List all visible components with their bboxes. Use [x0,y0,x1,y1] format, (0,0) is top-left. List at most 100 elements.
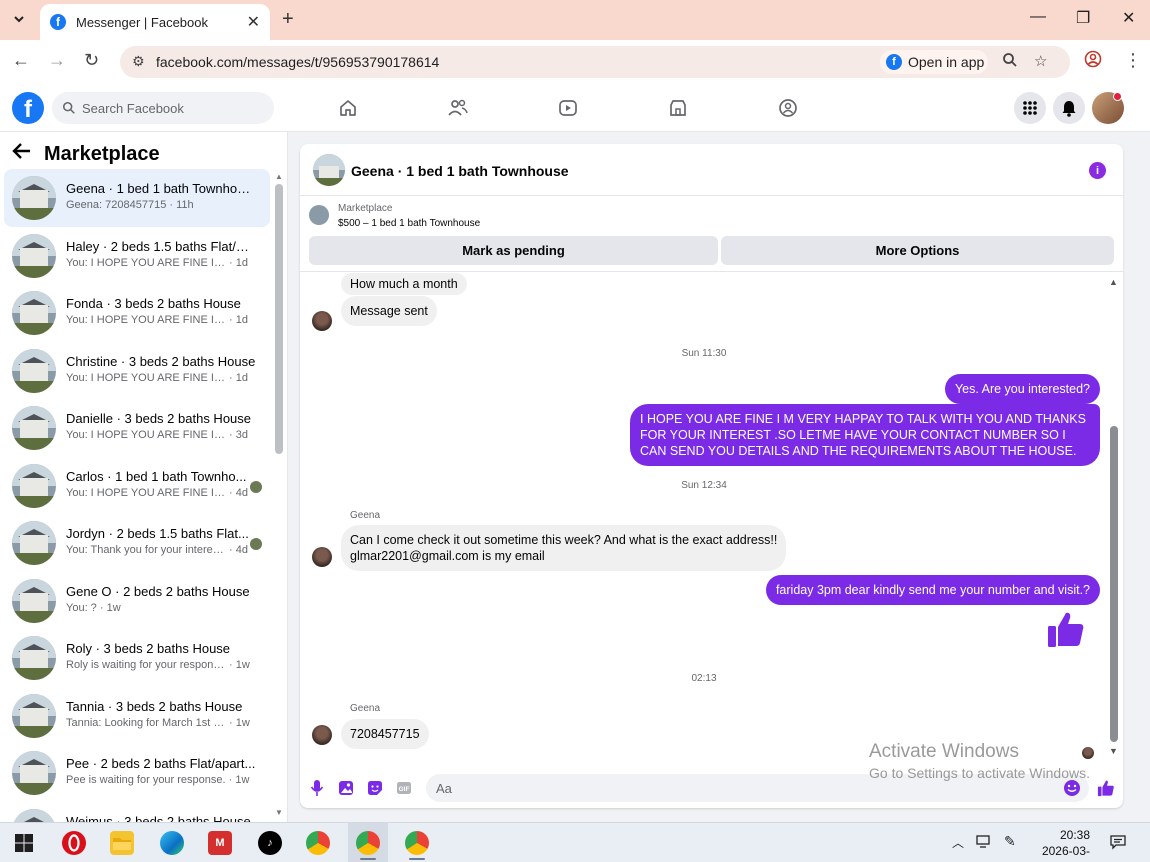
listing-avatar[interactable] [313,154,345,186]
activate-windows-watermark: Activate Windows Go to Settings to activ… [869,741,1090,781]
opera-icon[interactable] [62,831,86,855]
contact-avatar[interactable] [312,547,332,567]
edge-icon[interactable] [160,831,184,855]
thread-scrollbar[interactable] [1110,426,1118,742]
minimize-window-button[interactable]: — [1030,8,1046,26]
clock-date: 2026-03-09 [1041,844,1090,862]
new-tab-button[interactable]: + [282,8,294,31]
browser-tab[interactable]: f Messenger | Facebook ✕ [40,4,270,40]
conversation-preview: You: Thank you for your interest... · 4d [66,544,249,556]
search-icon [62,101,75,114]
conversation-list-item[interactable]: Carlos · 1 bed 1 bath Townho... You: I HO… [4,457,270,515]
scroll-down-arrow[interactable]: ▼ [1109,746,1118,756]
info-icon[interactable]: i [1089,162,1106,179]
photo-icon[interactable] [336,778,356,798]
outgoing-message[interactable]: I HOPE YOU ARE FINE I M VERY HAPPAY TO T… [630,404,1100,466]
incoming-message[interactable]: Can I come check it out sometime this we… [341,525,787,571]
browser-menu-icon[interactable]: ⋮ [1124,50,1142,71]
facebook-search[interactable] [52,92,274,124]
conversation-list-item[interactable]: Tannia · 3 beds 2 baths House Tannia: Loo… [4,687,270,745]
message-line: glmar2201@gmail.com is my email [350,549,545,563]
mail-app-icon[interactable]: M [208,831,232,855]
zoom-icon[interactable] [1002,52,1018,72]
gif-icon[interactable]: GIF [394,778,414,798]
chrome-profile-icon[interactable] [405,831,429,855]
conversation-list-item[interactable]: Pee · 2 beds 2 baths Flat/apart... Pee is… [4,744,270,802]
tiktok-icon[interactable]: ♪ [258,831,282,855]
listing-thumbnail[interactable] [309,205,329,225]
video-icon[interactable] [556,96,580,120]
friends-icon[interactable] [446,96,470,120]
chevron-up-icon[interactable]: ︿ [952,834,964,851]
last-message: You: Thank you for your interest... [66,544,226,556]
conversation-preview: You: I HOPE YOU ARE FINE I M VER... · 1d [66,256,249,269]
conversation-list-item[interactable]: Christine · 3 beds 2 baths House You: I H… [4,342,270,400]
scroll-up-arrow[interactable]: ▲ [1109,277,1118,287]
sticker-icon[interactable] [365,778,385,798]
bell-icon [1062,100,1076,117]
microphone-icon[interactable] [307,778,327,798]
conversation-title[interactable]: Geena · 1 bed 1 bath Townhouse [351,163,569,179]
incoming-message[interactable]: How much a month [341,273,467,295]
thumbs-up-icon[interactable] [1046,609,1086,649]
more-options-button[interactable]: More Options [721,236,1114,265]
back-arrow-icon[interactable] [12,142,32,166]
profile-icon[interactable] [1084,50,1102,73]
bookmark-star-icon[interactable]: ☆ [1034,52,1047,70]
home-icon[interactable] [336,96,360,120]
forward-arrow-icon[interactable]: → [48,50,66,71]
emoji-icon[interactable] [1063,779,1081,800]
chrome-icon[interactable] [306,831,330,855]
facebook-logo-icon[interactable]: f [12,92,44,124]
conversation-list-item[interactable]: Roly · 3 beds 2 baths House Roly is waiti… [4,629,270,687]
contact-avatar[interactable] [312,725,332,745]
pen-icon[interactable]: ✎ [1004,833,1016,850]
windows-start-icon[interactable] [12,831,36,855]
chrome-profile-icon[interactable] [356,831,380,855]
url-field[interactable]: ⚙ facebook.com/messages/t/95695379017861… [120,46,1070,78]
outgoing-message[interactable]: fariday 3pm dear kindly send me your num… [765,575,1100,605]
conversation-list-item[interactable]: Haley · 2 beds 1.5 baths Flat/ap... You: … [4,227,270,285]
incoming-message[interactable]: Message sent [341,296,437,326]
groups-icon[interactable] [776,96,800,120]
conversation-title: Jordyn · 2 beds 1.5 baths Flat... [66,526,249,541]
close-window-button[interactable]: ✕ [1122,8,1135,28]
scroll-up-arrow[interactable]: ▲ [275,172,283,181]
tab-search-button[interactable] [6,7,32,31]
conversation-list-item[interactable]: Gene O · 2 beds 2 baths House You: ? · 1w [4,572,270,630]
search-input[interactable] [82,100,262,116]
contact-avatar[interactable] [312,311,332,331]
like-button-icon[interactable] [1096,778,1116,798]
network-icon[interactable] [976,835,992,852]
system-clock[interactable]: 20:38 2026-03-09 [1030,827,1090,862]
notification-center-icon[interactable] [1110,834,1126,853]
back-arrow-icon[interactable]: ← [12,50,30,71]
conversation-list-item[interactable]: Danielle · 3 beds 2 baths House You: I HO… [4,399,270,457]
close-tab-icon[interactable]: ✕ [247,12,260,32]
conversation-list-item[interactable]: Fonda · 3 beds 2 baths House You: I HOPE … [4,284,270,342]
site-info-icon[interactable]: ⚙ [132,53,145,70]
message-input[interactable] [436,780,1036,796]
conversation-list-item[interactable]: Geena · 1 bed 1 bath Townhouse Geena: 720… [4,169,270,227]
grid-icon [1023,101,1037,115]
mark-as-pending-button[interactable]: Mark as pending [309,236,718,265]
last-message: Geena: 7208457715 [66,199,167,211]
file-explorer-icon[interactable] [110,831,134,855]
marketplace-icon[interactable] [666,96,690,120]
sidebar-scrollbar[interactable] [275,184,283,454]
sidebar-title: Marketplace [44,142,160,165]
listing-thumbnail [12,233,56,278]
conversation-preview: Pee is waiting for your response. · 1w [66,774,250,786]
conversation-list-item[interactable]: Jordyn · 2 beds 1.5 baths Flat... You: Th… [4,514,270,572]
reload-icon[interactable]: ↻ [84,50,99,71]
conversation-list-item[interactable]: Weimus · 3 beds 2 baths House [4,802,270,822]
maximize-window-button[interactable]: ❐ [1076,8,1090,28]
incoming-message[interactable]: 7208457715 [341,719,429,749]
open-in-app-button[interactable]: f Open in app [880,50,988,74]
scroll-down-arrow[interactable]: ▼ [275,808,283,817]
notifications-button[interactable] [1053,92,1085,124]
listing-description[interactable]: $500 – 1 bed 1 bath Townhouse [338,218,480,229]
menu-grid-button[interactable] [1014,92,1046,124]
last-message-time: 1w [235,659,250,671]
outgoing-message[interactable]: Yes. Are you interested? [944,374,1100,404]
